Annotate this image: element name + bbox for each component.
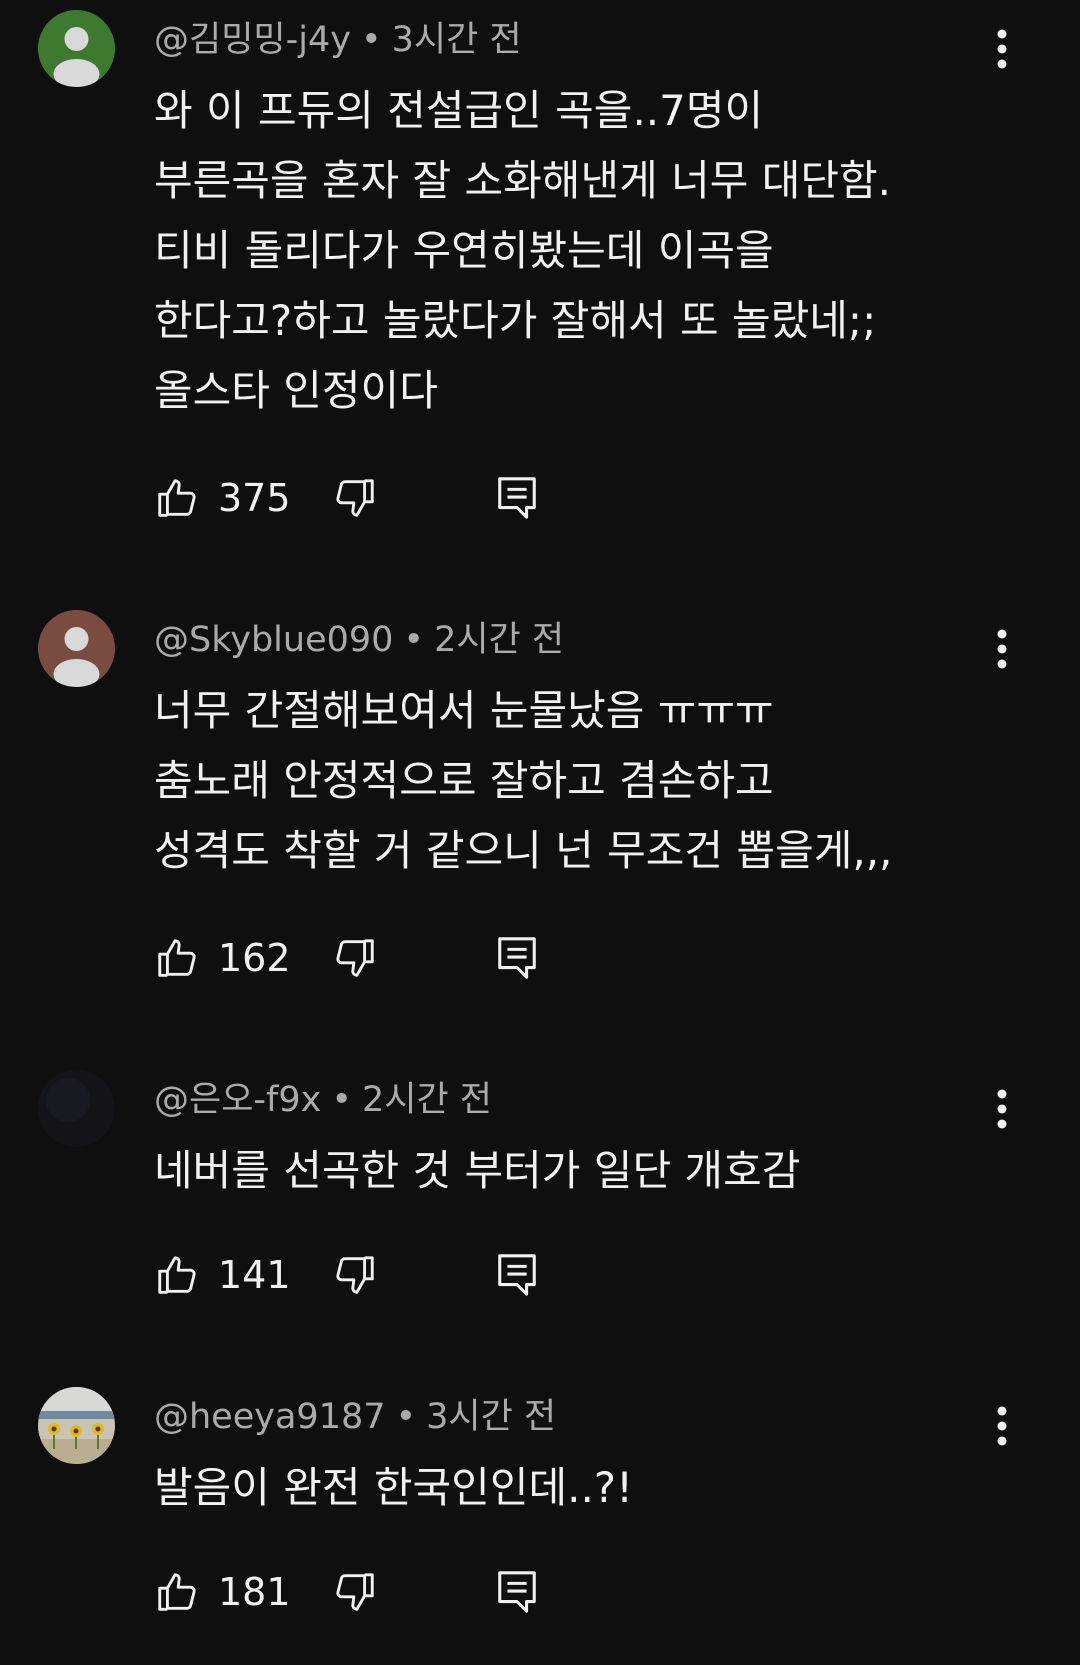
thumb-down-icon <box>336 1573 374 1611</box>
comment-time[interactable]: 2시간 전 <box>362 1080 492 1120</box>
comment-time[interactable]: 3시간 전 <box>426 1397 556 1437</box>
avatar[interactable] <box>38 1387 115 1464</box>
author-name[interactable]: @김밍밍-j4y <box>154 20 351 60</box>
reply-button[interactable] <box>494 928 540 988</box>
comment-header: @김밍밍-j4y • 3시간 전 <box>154 18 522 62</box>
dislike-button[interactable] <box>332 1245 378 1305</box>
dark-photo-avatar-icon <box>38 1070 115 1147</box>
author-name[interactable]: @은오-f9x <box>154 1080 321 1120</box>
avatar[interactable] <box>38 610 115 687</box>
comment-line: 한다고?하고 놀랐다가 잘해서 또 놀랐네;; <box>154 296 877 345</box>
reply-icon <box>498 1254 536 1296</box>
comment: @Skyblue090 • 2시간 전 너무 간절해보여서 눈물났음 ㅠㅠㅠ 춤노래… <box>0 600 1080 1020</box>
avatar[interactable] <box>38 1070 115 1147</box>
separator-dot: • <box>395 1397 417 1437</box>
thumb-up-icon <box>158 1573 196 1611</box>
default-avatar-icon <box>38 610 115 687</box>
comment-actions: 181 <box>154 1562 574 1622</box>
separator-dot: • <box>360 20 382 60</box>
default-avatar-icon <box>38 10 115 87</box>
reply-button[interactable] <box>494 1562 540 1622</box>
comment-line: 네버를 선곡한 것 부터가 일단 개호감 <box>154 1146 801 1195</box>
avatar[interactable] <box>38 10 115 87</box>
like-count: 181 <box>218 1570 291 1614</box>
reply-icon <box>498 477 536 519</box>
like-button[interactable] <box>154 1245 200 1305</box>
more-options-button[interactable] <box>984 25 1020 73</box>
like-count: 375 <box>218 476 291 520</box>
comment-header: @은오-f9x • 2시간 전 <box>154 1078 492 1122</box>
separator-dot: • <box>403 620 425 660</box>
comment-line: 춤노래 안정적으로 잘하고 겸손하고 <box>154 756 774 805</box>
comment-line: 와 이 프듀의 전설급인 곡을..7명이 <box>154 86 764 135</box>
like-count: 162 <box>218 936 291 980</box>
comment-text: 와 이 프듀의 전설급인 곡을..7명이 부른곡을 혼자 잘 소화해낸게 너무 … <box>154 76 1004 426</box>
author-name[interactable]: @Skyblue090 <box>154 620 393 660</box>
comment-line: 너무 간절해보여서 눈물났음 ㅠㅠㅠ <box>154 686 774 735</box>
reply-icon <box>498 1571 536 1613</box>
more-vertical-icon <box>997 1406 1007 1446</box>
more-options-button[interactable] <box>984 1085 1020 1133</box>
like-count: 141 <box>218 1253 291 1297</box>
like-button[interactable] <box>154 928 200 988</box>
comment-actions: 375 <box>154 468 574 528</box>
thumb-down-icon <box>336 479 374 517</box>
separator-dot: • <box>331 1080 352 1120</box>
comment: @김밍밍-j4y • 3시간 전 와 이 프듀의 전설급인 곡을..7명이 부른곡을… <box>0 0 1080 560</box>
thumb-up-icon <box>158 479 196 517</box>
more-vertical-icon <box>997 29 1007 69</box>
comment-header: @Skyblue090 • 2시간 전 <box>154 618 564 662</box>
author-name[interactable]: @heeya9187 <box>154 1397 385 1437</box>
comment-header: @heeya9187 • 3시간 전 <box>154 1395 556 1439</box>
reply-button[interactable] <box>494 1245 540 1305</box>
more-vertical-icon <box>997 629 1007 669</box>
more-vertical-icon <box>997 1089 1007 1129</box>
comment-actions: 162 <box>154 928 574 988</box>
comment-actions: 141 <box>154 1245 574 1305</box>
comment-line: 티비 돌리다가 우연히봤는데 이곡을 <box>154 226 774 275</box>
reply-icon <box>498 937 536 979</box>
more-options-button[interactable] <box>984 1402 1020 1450</box>
more-options-button[interactable] <box>984 625 1020 673</box>
thumb-up-icon <box>158 939 196 977</box>
like-button[interactable] <box>154 1562 200 1622</box>
comment-line: 성격도 착할 거 같으니 넌 무조건 뽑을게,,, <box>154 826 893 875</box>
comment: @은오-f9x • 2시간 전 네버를 선곡한 것 부터가 일단 개호감 141 <box>0 1060 1080 1340</box>
comment: @heeya9187 • 3시간 전 발음이 완전 한국인인데..?! 181 <box>0 1377 1080 1665</box>
dislike-button[interactable] <box>332 928 378 988</box>
comment-text: 너무 간절해보여서 눈물났음 ㅠㅠㅠ 춤노래 안정적으로 잘하고 겸손하고 성격… <box>154 676 1004 886</box>
comment-text: 네버를 선곡한 것 부터가 일단 개호감 <box>154 1136 1004 1206</box>
like-button[interactable] <box>154 468 200 528</box>
comment-line: 발음이 완전 한국인인데..?! <box>154 1463 633 1512</box>
comment-line: 부른곡을 혼자 잘 소화해낸게 너무 대단함. <box>154 156 891 205</box>
comment-time[interactable]: 2시간 전 <box>434 620 564 660</box>
thumb-up-icon <box>158 1256 196 1294</box>
sunflower-photo-avatar-icon <box>38 1387 115 1464</box>
comment-line: 올스타 인정이다 <box>154 366 438 415</box>
dislike-button[interactable] <box>332 1562 378 1622</box>
comment-text: 발음이 완전 한국인인데..?! <box>154 1453 1004 1523</box>
comment-time[interactable]: 3시간 전 <box>392 20 522 60</box>
dislike-button[interactable] <box>332 468 378 528</box>
thumb-down-icon <box>336 1256 374 1294</box>
thumb-down-icon <box>336 939 374 977</box>
reply-button[interactable] <box>494 468 540 528</box>
